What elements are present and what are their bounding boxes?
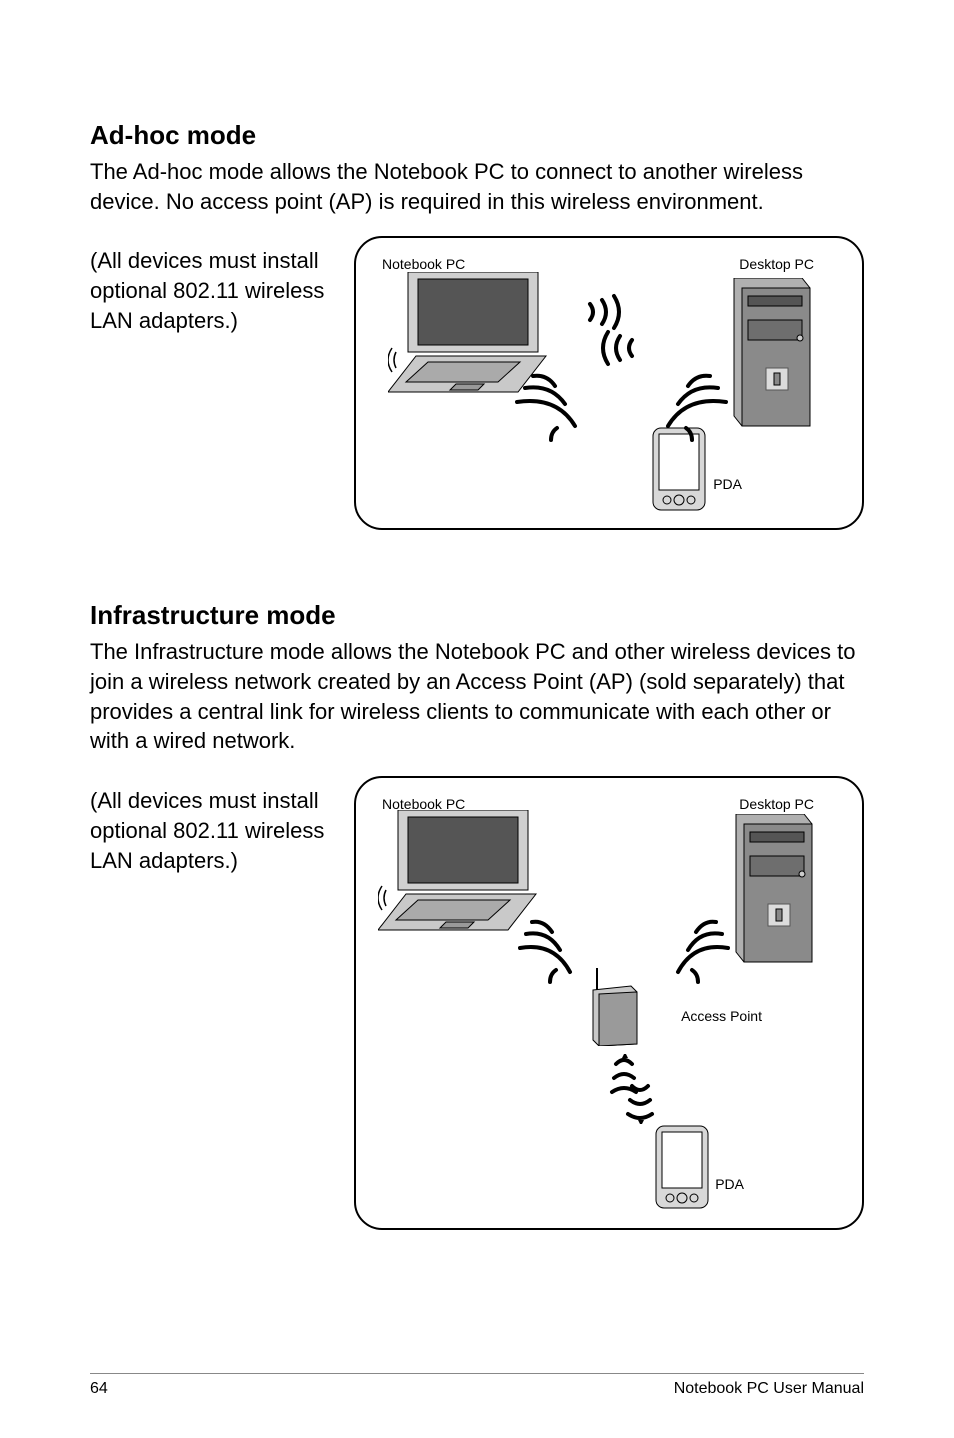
adhoc-notebook-label: Notebook PC bbox=[382, 256, 465, 272]
section2-paragraph: The Infrastructure mode allows the Noteb… bbox=[90, 637, 864, 756]
section2-title: Infrastructure mode bbox=[90, 600, 864, 631]
infrastructure-diagram: Notebook PC Desktop PC Access Point PDA bbox=[354, 776, 864, 1230]
section1-paragraph: The Ad-hoc mode allows the Notebook PC t… bbox=[90, 157, 864, 216]
wireless-arcs-right-icon bbox=[642, 908, 732, 988]
section2-side-text: (All devices must install optional 802.1… bbox=[90, 776, 340, 1230]
adhoc-diagram: Notebook PC Desktop PC PDA bbox=[354, 236, 864, 530]
vertical-arrows-icon bbox=[602, 1054, 662, 1124]
infra-desktop-label: Desktop PC bbox=[739, 796, 814, 812]
page-footer: 64 Notebook PC User Manual bbox=[90, 1373, 864, 1398]
adhoc-pda-label: PDA bbox=[713, 476, 742, 492]
wireless-arcs-left-icon bbox=[511, 358, 621, 448]
desktop-pc-icon bbox=[724, 814, 814, 964]
notebook-pc-icon bbox=[378, 810, 538, 950]
manual-title: Notebook PC User Manual bbox=[674, 1380, 864, 1398]
adhoc-desktop-label: Desktop PC bbox=[739, 256, 814, 272]
section1-side-text: (All devices must install optional 802.1… bbox=[90, 236, 340, 530]
wireless-arcs-left-icon bbox=[516, 908, 606, 988]
infra-ap-label: Access Point bbox=[681, 1008, 762, 1024]
page-number: 64 bbox=[90, 1380, 108, 1398]
pda-icon bbox=[654, 1124, 710, 1210]
desktop-pc-icon bbox=[722, 278, 812, 428]
infra-pda-label: PDA bbox=[715, 1176, 744, 1192]
wireless-arcs-right-icon bbox=[622, 358, 732, 448]
section1-title: Ad-hoc mode bbox=[90, 120, 864, 151]
